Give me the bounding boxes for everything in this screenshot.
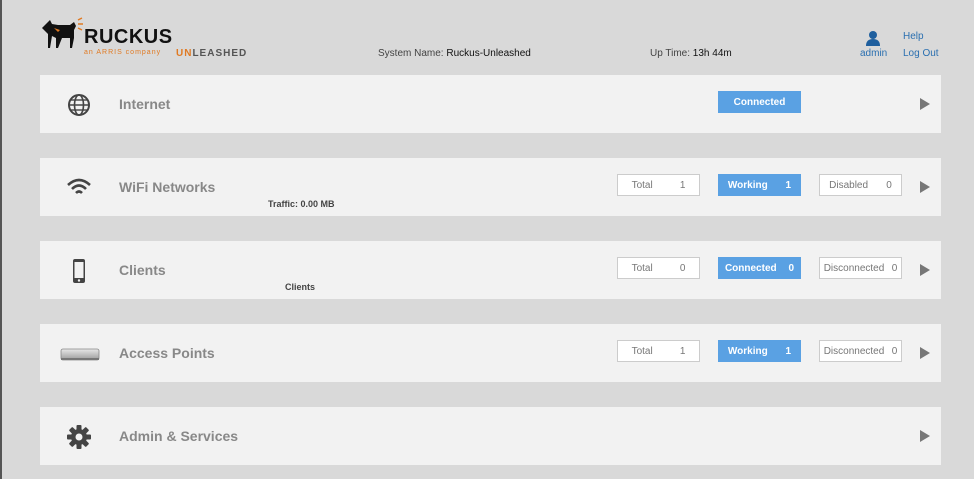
system-name: System Name: Ruckus-Unleashed (378, 48, 531, 59)
wifi-panel[interactable]: WiFi Networks Traffic: 0.00 MB Total 1 W… (40, 158, 941, 216)
clients-total-box[interactable]: Total 0 (617, 257, 700, 279)
logo-subtext: an ARRIS company (84, 49, 162, 56)
phone-icon (73, 259, 85, 283)
system-name-value: Ruckus-Unleashed (446, 48, 531, 59)
wifi-disabled-box[interactable]: Disabled 0 (819, 174, 902, 196)
clients-disconnected-box[interactable]: Disconnected 0 (819, 257, 902, 279)
logo-text: RUCKUS (84, 26, 173, 48)
unleashed-label: UNLEASHED (176, 48, 248, 59)
admin-services-panel[interactable]: Admin & Services (40, 407, 941, 465)
expand-arrow-icon[interactable] (920, 264, 930, 276)
logout-link[interactable]: Log Out (903, 48, 939, 59)
internet-title: Internet (119, 96, 171, 112)
clients-title: Clients (119, 262, 166, 278)
user-link[interactable]: admin (860, 48, 887, 59)
internet-status-badge[interactable]: Connected (718, 91, 801, 113)
dog-logo-icon (42, 17, 83, 48)
clients-connected-box[interactable]: Connected 0 (718, 257, 801, 279)
uptime: Up Time: 13h 44m (650, 48, 732, 59)
clients-panel[interactable]: Clients Clients Total 0 Connected 0 Disc… (40, 241, 941, 299)
help-link[interactable]: Help (903, 31, 924, 42)
admin-services-title: Admin & Services (119, 428, 239, 444)
wifi-title: WiFi Networks (119, 179, 216, 195)
internet-panel[interactable]: Internet Connected (40, 75, 941, 133)
aps-disconnected-box[interactable]: Disconnected 0 (819, 340, 902, 362)
wifi-working-box[interactable]: Working 1 (718, 174, 801, 196)
expand-arrow-icon[interactable] (920, 181, 930, 193)
expand-arrow-icon[interactable] (920, 430, 930, 442)
wifi-icon (67, 178, 91, 194)
aps-total-box[interactable]: Total 1 (617, 340, 700, 362)
clients-sub: Clients (285, 282, 316, 292)
ruckus-logo: RUCKUS an ARRIS company (40, 14, 173, 60)
aps-working-box[interactable]: Working 1 (718, 340, 801, 362)
access-points-title: Access Points (119, 345, 215, 361)
access-point-icon (60, 348, 100, 361)
globe-icon (68, 94, 90, 116)
gear-icon (67, 425, 91, 449)
header: RUCKUS an ARRIS company UNLEASHED System… (2, 0, 974, 72)
expand-arrow-icon[interactable] (920, 98, 930, 110)
expand-arrow-icon[interactable] (920, 347, 930, 359)
wifi-traffic: Traffic: 0.00 MB (268, 199, 335, 209)
uptime-value: 13h 44m (692, 48, 732, 59)
wifi-total-box[interactable]: Total 1 (617, 174, 700, 196)
access-points-panel[interactable]: Access Points Total 1 Working 1 Disconne… (40, 324, 941, 382)
